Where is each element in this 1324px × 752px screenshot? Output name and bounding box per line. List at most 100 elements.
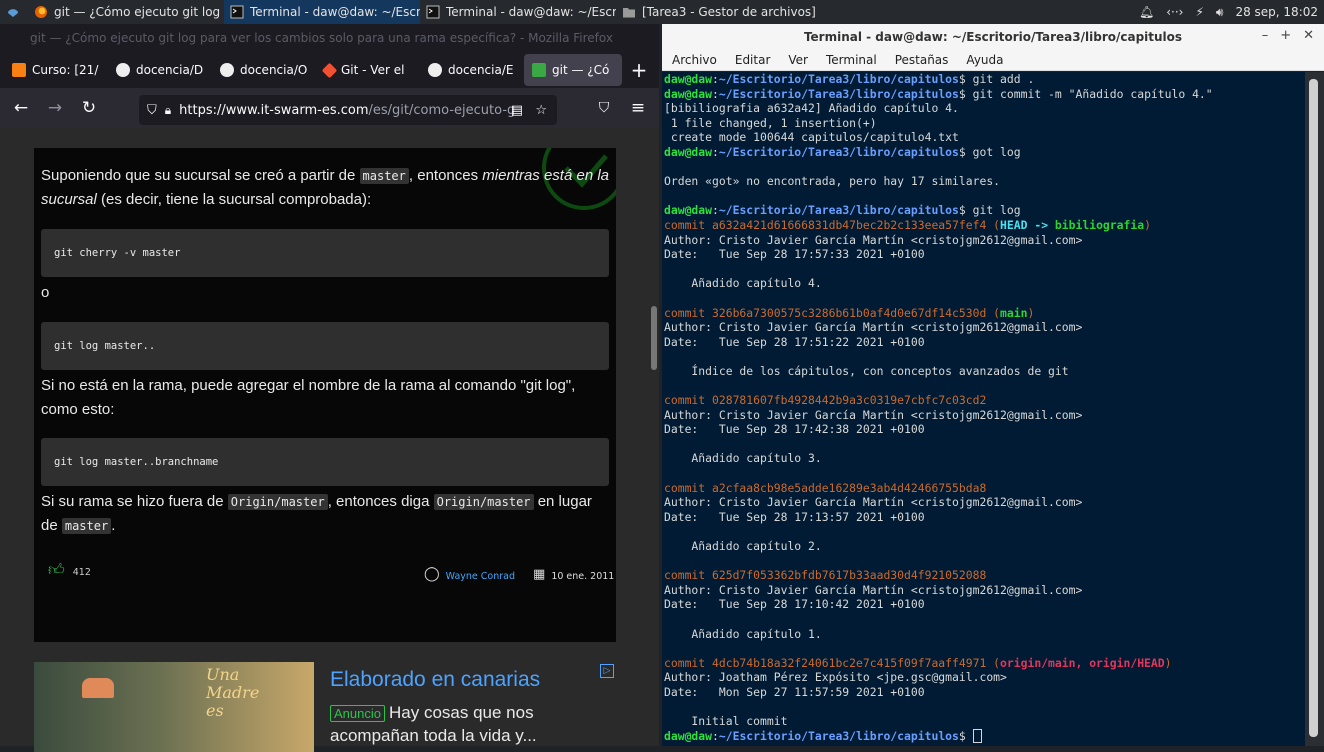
date-line: Date: Tue Sep 28 17:57:33 2021 +0100 [664, 247, 925, 262]
tab-github-2[interactable]: docencia/O [212, 54, 314, 86]
terminal-scroll-thumb[interactable] [1309, 79, 1318, 737]
new-tab-button[interactable]: + [624, 54, 654, 86]
author-line: Author: Cristo Javier García Martín <cri… [664, 320, 1083, 335]
tab-label: docencia/D [136, 63, 204, 77]
back-icon[interactable]: ← [6, 93, 36, 123]
firefox-icon [35, 6, 47, 18]
task-terminal-active[interactable]: Terminal - daw@daw: ~/Escr... [224, 0, 420, 24]
notification-bell-icon[interactable]: 🔔︎ [1139, 5, 1154, 19]
thumbs-up-icon[interactable]: 👍︎ [48, 560, 65, 580]
commit-line: commit 625d7f053362bfdb7617b33aad30d4f92… [664, 568, 987, 583]
close-icon[interactable]: ✕ [1303, 28, 1314, 43]
bookmark-star-icon[interactable]: ☆ [535, 103, 547, 118]
volume-icon[interactable]: 🔊︎ [1216, 5, 1224, 20]
author-link[interactable]: Wayne Conrad [446, 571, 515, 582]
terminal-output[interactable]: daw@daw:~/Escritorio/Tarea3/libro/capitu… [662, 72, 1305, 746]
menu-icon[interactable]: ≡ [623, 93, 653, 123]
moodle-icon [12, 63, 26, 77]
xfce-menu-icon [8, 9, 18, 17]
lock-icon[interactable]: 🔒︎ [165, 103, 171, 118]
ad-title[interactable]: Elaborado en canarias [330, 668, 540, 692]
ad-image-lettering: Una Madre es [206, 665, 260, 720]
task-label: git — ¿Cómo ejecuto git log ... [54, 5, 224, 19]
github-icon [428, 63, 442, 77]
tab-label: docencia/O [240, 63, 308, 77]
menu-editar[interactable]: Editar [735, 53, 771, 67]
terminal-titlebar[interactable]: Terminal - daw@daw: ~/Escritorio/Tarea3/… [662, 24, 1324, 49]
task-terminal[interactable]: Terminal - daw@daw: ~/Escr... [420, 0, 616, 24]
tab-github-3[interactable]: docencia/E [420, 54, 522, 86]
menu-pestanas[interactable]: Pestañas [895, 53, 949, 67]
message-line: Añadido capítulo 3. [664, 451, 822, 466]
task-label: Terminal - daw@daw: ~/Escr... [250, 5, 420, 19]
output-line: Orden «got» no encontrada, pero hay 17 s… [664, 174, 1001, 189]
tab-git-scm[interactable]: Git - Ver el [316, 54, 418, 86]
tab-it-swarm-active[interactable]: git — ¿Có [524, 54, 622, 86]
commit-line: commit a2cfaa8cb98e5adde16289e3ab4d42466… [664, 480, 987, 495]
author-line: Author: Cristo Javier García Martín <cri… [664, 582, 1083, 597]
answer-paragraph-1: Suponiendo que su sucursal se creó a par… [41, 167, 610, 208]
commit-line: commit 4dcb74b18a32f24061bc2e7c415f09f7a… [664, 655, 1172, 670]
page-content: Suponiendo que su sucursal se creó a par… [0, 128, 659, 752]
author-line: Author: Joatham Pérez Expósito <jpe.gsc@… [664, 670, 1007, 685]
code-block-cherry: git cherry -v master [41, 229, 609, 277]
tab-moodle[interactable]: Curso: [21/ [4, 54, 106, 86]
page-scroll-thumb[interactable] [651, 306, 657, 370]
minimize-icon[interactable]: – [1262, 28, 1269, 43]
maximize-icon[interactable]: + [1280, 28, 1291, 43]
network-icon[interactable]: ‹··› [1166, 5, 1183, 19]
ad-text[interactable]: Anuncio Hay cosas que nos acompañan toda … [330, 702, 580, 747]
menu-terminal[interactable]: Terminal [826, 53, 877, 67]
folder-icon [623, 8, 635, 18]
message-line: Añadido capítulo 1. [664, 626, 822, 641]
terminal-icon [426, 5, 440, 19]
reload-icon[interactable]: ↻ [74, 93, 104, 123]
ad-image[interactable]: Una Madre es [34, 662, 314, 752]
prompt-line: daw@daw:~/Escritorio/Tarea3/libro/capitu… [664, 203, 1021, 218]
code-block-log-branch: git log master..branchname [41, 438, 609, 486]
advertisement[interactable]: Una Madre es Elaborado en canarias ▷ Anunc… [34, 662, 616, 752]
menu-ver[interactable]: Ver [788, 53, 808, 67]
commit-line: commit 028781607fb4928442b9a3c0319e7cbfc… [664, 393, 987, 408]
tab-github-1[interactable]: docencia/D [108, 54, 210, 86]
message-line: Añadido capítulo 4. [664, 276, 822, 291]
pocket-icon[interactable]: ⛉ [589, 93, 619, 123]
forward-icon[interactable]: → [40, 93, 70, 123]
adchoices-icon[interactable]: ▷ [600, 664, 614, 678]
prompt-line: daw@daw:~/Escritorio/Tarea3/libro/capitu… [664, 144, 1021, 159]
code-block-log: git log master.. [41, 322, 609, 370]
firefox-window: git — ¿Cómo ejecuto git log para ver los… [0, 24, 659, 752]
system-tray: 🔔︎ ‹··› ⚡︎ 🔊︎ 28 sep, 18:02 [1139, 0, 1318, 24]
github-icon [116, 63, 130, 77]
message-line: Initial commit [664, 714, 788, 729]
reader-view-icon[interactable]: ▤ [511, 103, 523, 118]
github-icon [220, 63, 234, 77]
url-text: https://www.it-swarm-es.com/es/git/como-… [179, 102, 516, 118]
shield-icon[interactable]: ⛉ [147, 103, 157, 118]
task-firefox[interactable]: git — ¿Cómo ejecuto git log ... [28, 0, 224, 24]
task-file-manager[interactable]: [Tarea3 - Gestor de archivos] [616, 0, 816, 24]
window-title: git — ¿Cómo ejecuto git log para ver los… [0, 24, 659, 52]
top-panel: git — ¿Cómo ejecuto git log ... Terminal… [0, 0, 1324, 24]
menu-ayuda[interactable]: Ayuda [966, 53, 1003, 67]
it-swarm-icon [532, 63, 546, 77]
terminal-menubar: Archivo Editar Ver Terminal Pestañas Ayu… [662, 49, 1324, 71]
menu-archivo[interactable]: Archivo [672, 53, 717, 67]
page-scrollbar[interactable] [649, 128, 659, 746]
commit-line: commit 326b6a7300575c3286b61b0af4d0e67df… [664, 305, 1035, 320]
whisker-menu-button[interactable] [0, 0, 28, 24]
answer-paragraph-2: Si no está en la rama, puede agregar el … [41, 377, 576, 418]
answer-date: 10 ene. 2011 [551, 570, 615, 582]
author-line: Author: Cristo Javier García Martín <cri… [664, 495, 1083, 510]
date-line: Date: Tue Sep 28 17:42:38 2021 +0100 [664, 422, 925, 437]
clock[interactable]: 28 sep, 18:02 [1235, 5, 1318, 19]
terminal-scrollbar[interactable] [1305, 72, 1324, 746]
url-bar[interactable]: ⛉ 🔒︎ https://www.it-swarm-es.com/es/git/… [139, 95, 557, 125]
date-line: Date: Tue Sep 28 17:51:22 2021 +0100 [664, 334, 925, 349]
power-icon[interactable]: ⚡︎ [1195, 5, 1203, 19]
